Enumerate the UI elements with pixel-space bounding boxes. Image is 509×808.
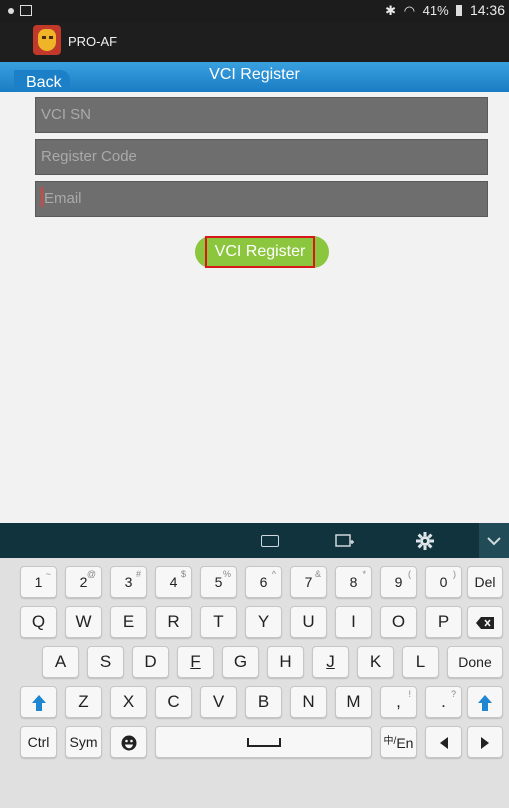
key-9[interactable]: 9( [380,566,417,598]
key-t[interactable]: T [200,606,237,638]
cursor-left-key[interactable] [425,726,462,758]
screenshot-notification-icon [20,5,32,16]
nav-bar: Back VCI Register [0,62,509,92]
language-key[interactable]: 中/En [380,726,417,758]
register-code-field[interactable]: Register Code [35,139,488,175]
battery-icon [456,5,463,16]
key-e[interactable]: E [110,606,147,638]
cursor-right-key[interactable] [467,726,503,758]
key-r[interactable]: R [155,606,192,638]
key-i[interactable]: I [335,606,372,638]
key-o[interactable]: O [380,606,417,638]
key-8[interactable]: 8 * [335,566,372,598]
key-w[interactable]: W [65,606,102,638]
key-6[interactable]: 6 ^ [245,566,282,598]
battery-percent: 41% [422,3,449,18]
key-m[interactable]: M [335,686,372,718]
key-z[interactable]: Z [65,686,102,718]
key-k[interactable]: K [357,646,394,678]
done-key[interactable]: Done [447,646,503,678]
lion-logo-icon[interactable] [33,25,61,55]
key-h[interactable]: H [267,646,304,678]
key-4[interactable]: 4 $ [155,566,192,598]
clipboard-icon[interactable] [330,527,360,554]
key-7[interactable]: 7 & [290,566,327,598]
gear-icon[interactable] [410,527,440,554]
key-1[interactable]: 1 ~ [20,566,57,598]
key-p[interactable]: P [425,606,462,638]
bluetooth-icon: ✱ [385,3,397,18]
key-c[interactable]: C [155,686,192,718]
key-g[interactable]: G [222,646,259,678]
text-cursor [41,187,43,207]
key-a[interactable]: A [42,646,79,678]
shift-left-key[interactable] [20,686,57,718]
keyboard: 1 ~ 2 @ 3 # 4 $ 5% 6 ^ 7 & 8 * 9( 0) Del Q W E … [0,558,509,808]
key-d[interactable]: D [132,646,169,678]
vci-register-button-label: VCI Register [205,236,315,268]
clock: 14:36 [469,2,505,18]
key-v[interactable]: V [200,686,237,718]
key-comma[interactable]: ,! [380,686,417,718]
key-l[interactable]: L [402,646,439,678]
delete-key[interactable]: Del [467,566,503,598]
emoji-icon [121,735,136,751]
shift-right-key[interactable] [467,686,503,718]
page-title: VCI Register [209,66,300,83]
keyboard-icon[interactable] [255,527,285,554]
app-name: PRO-AF [68,34,118,49]
space-icon [246,738,281,748]
email-field[interactable]: Email [35,181,488,217]
email-placeholder: Email [44,190,82,207]
status-right: ✱ ◠ 41% 14:36 [381,2,505,19]
vci-register-button[interactable]: VCI Register [195,236,329,268]
key-x[interactable]: X [110,686,147,718]
key-u[interactable]: U [290,606,327,638]
key-y[interactable]: Y [245,606,282,638]
key-q[interactable]: Q [20,606,57,638]
key-s[interactable]: S [87,646,124,678]
key-period[interactable]: .? [425,686,462,718]
vci-sn-field[interactable]: VCI SN [35,97,488,133]
chevron-down-icon[interactable] [479,523,509,558]
backspace-key[interactable] [467,606,503,638]
notification-dot-icon [8,8,14,14]
emoji-key[interactable] [110,726,147,758]
key-3[interactable]: 3 # [110,566,147,598]
key-b[interactable]: B [245,686,282,718]
sym-key[interactable]: Sym [65,726,102,758]
ctrl-key[interactable]: Ctrl [20,726,57,758]
wifi-icon: ◠ [403,3,416,18]
app-bar: PRO-AF [0,22,509,62]
key-n[interactable]: N [290,686,327,718]
status-bar: ✱ ◠ 41% 14:36 [0,0,509,22]
keyboard-toolbar [0,523,509,558]
key-f[interactable]: F [177,646,214,678]
key-5[interactable]: 5% [200,566,237,598]
key-2[interactable]: 2 @ [65,566,102,598]
key-0[interactable]: 0) [425,566,462,598]
space-key[interactable] [155,726,372,758]
key-j[interactable]: J [312,646,349,678]
